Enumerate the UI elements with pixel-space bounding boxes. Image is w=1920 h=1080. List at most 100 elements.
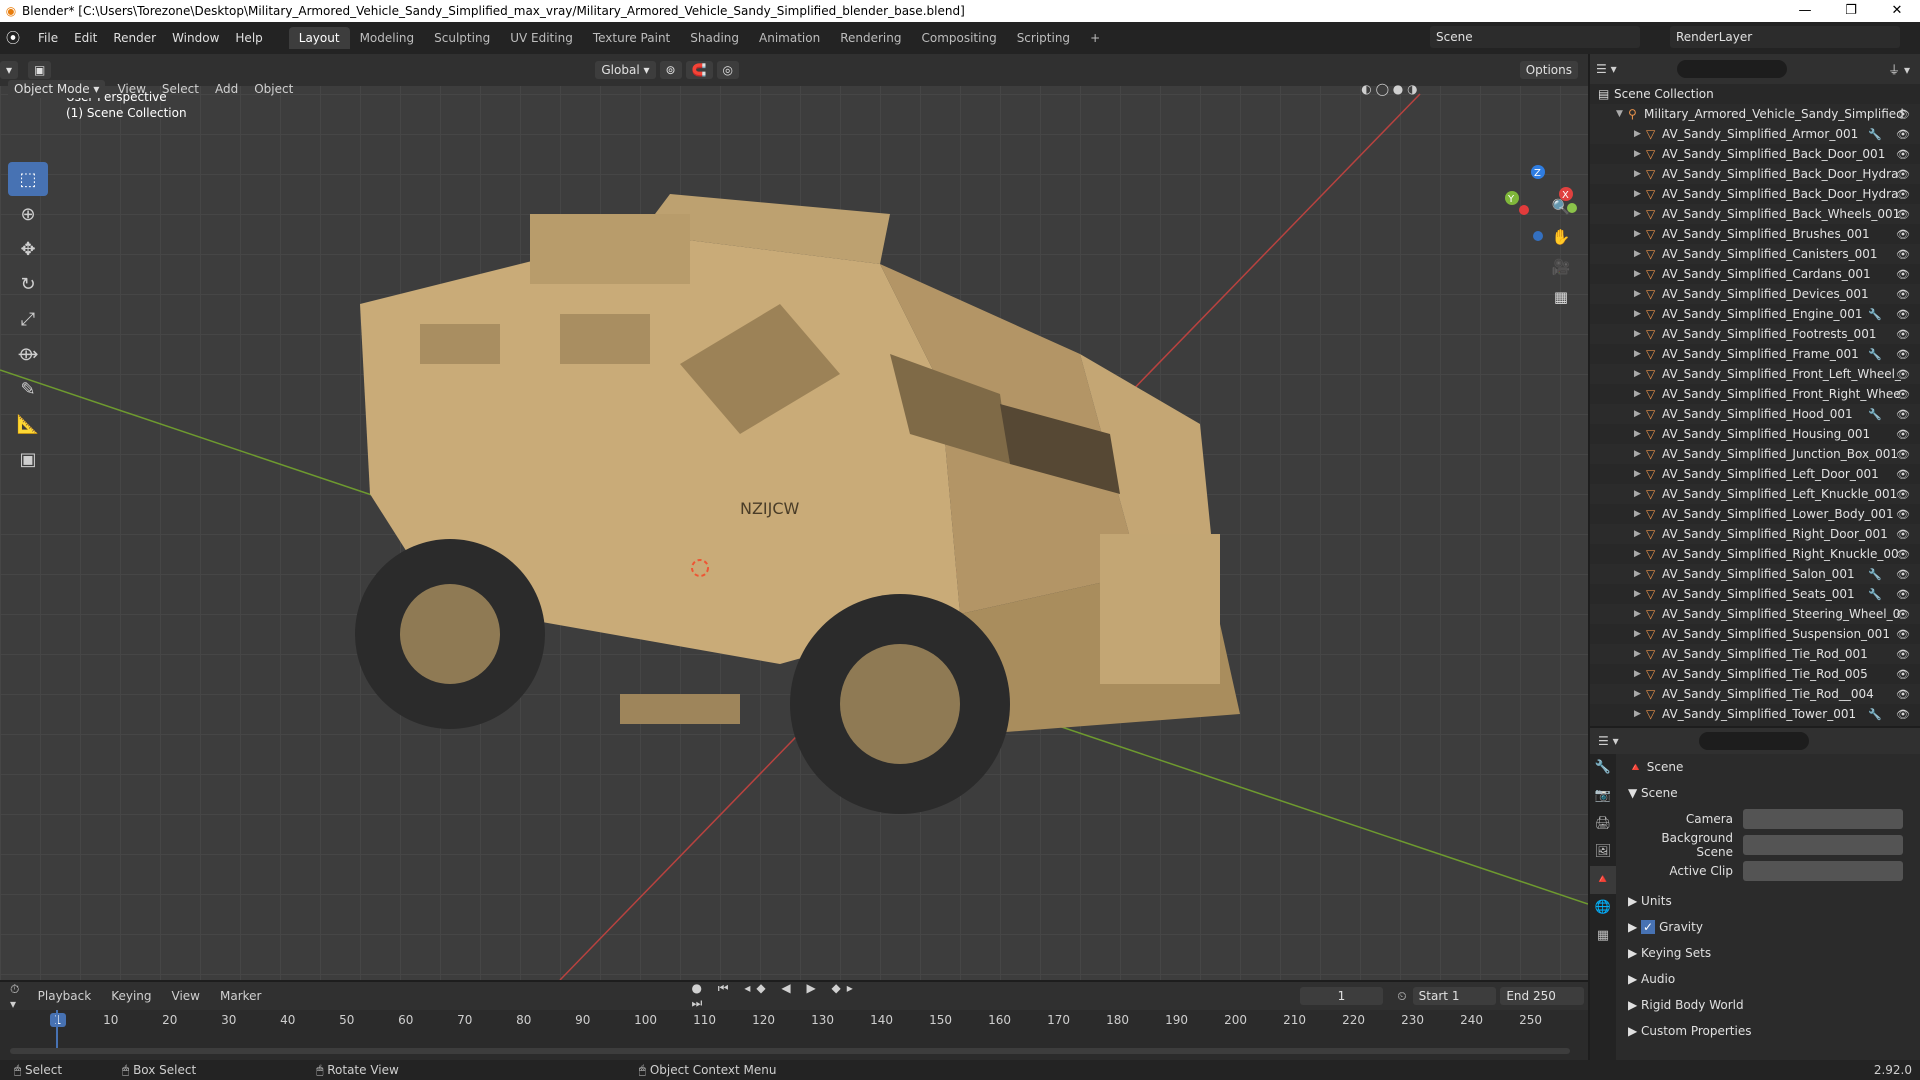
visibility-eye-icon[interactable]: 👁 <box>1896 468 1910 481</box>
visibility-eye-icon[interactable]: 👁 <box>1896 488 1910 501</box>
tab-compositing[interactable]: Compositing <box>911 27 1006 49</box>
timeline-menu-playback[interactable]: Playback <box>28 989 102 1003</box>
tab-layout[interactable]: Layout <box>288 27 350 49</box>
visibility-eye-icon[interactable]: 👁 <box>1896 648 1910 661</box>
scene-section-header[interactable]: ▼ Scene <box>1620 780 1920 806</box>
scale-tool-icon[interactable]: ⤢ <box>8 302 48 336</box>
expand-arrow-icon[interactable]: ▶ <box>1634 309 1646 319</box>
snap-icon[interactable]: 🧲 <box>685 61 713 79</box>
visibility-eye-icon[interactable]: 👁 <box>1896 368 1910 381</box>
ortho-grid-icon[interactable]: ▦ <box>1548 284 1574 310</box>
collection-row[interactable]: ▼ ⚲ Military_Armored_Vehicle_Sandy_Simpl… <box>1590 104 1920 124</box>
move-tool-icon[interactable]: ✥ <box>8 232 48 266</box>
expand-arrow-icon[interactable]: ▶ <box>1634 629 1646 639</box>
close-button[interactable]: ✕ <box>1874 0 1920 22</box>
expand-arrow-icon[interactable]: ▶ <box>1634 169 1646 179</box>
object-mode-select[interactable]: Object Mode ▾ <box>8 80 106 98</box>
panel-custom-properties[interactable]: ▶ Custom Properties <box>1620 1018 1920 1044</box>
outliner-item[interactable]: ▶ ▽ AV_Sandy_Simplified_Front_Right_Whee 👁 <box>1590 384 1920 404</box>
panel-units[interactable]: ▶ Units <box>1620 888 1920 914</box>
output-tab-icon[interactable]: 🖨 <box>1590 810 1616 838</box>
gravity-checkbox[interactable]: ✓ <box>1641 920 1656 934</box>
visibility-eye-icon[interactable]: 👁 <box>1896 128 1910 141</box>
outliner-item[interactable]: ▶ ▽ AV_Sandy_Simplified_Housing_001 👁 <box>1590 424 1920 444</box>
visibility-eye-icon[interactable]: 👁 <box>1896 428 1910 441</box>
transform-tool-icon[interactable]: ⟴ <box>8 337 48 371</box>
scene-tab-icon[interactable]: 🔺 <box>1590 866 1616 894</box>
camera-field[interactable] <box>1743 809 1903 829</box>
outliner-item[interactable]: ▶ ▽ AV_Sandy_Simplified_Suspension_001 👁 <box>1590 624 1920 644</box>
timeline-menu-marker[interactable]: Marker <box>210 989 271 1003</box>
expand-arrow-icon[interactable]: ▶ <box>1634 449 1646 459</box>
outliner-item[interactable]: ▶ ▽ AV_Sandy_Simplified_Right_Door_001 👁 <box>1590 524 1920 544</box>
outliner-item[interactable]: ▶ ▽ AV_Sandy_Simplified_Front_Left_Wheel_ 👁 <box>1590 364 1920 384</box>
measure-tool-icon[interactable]: 📐 <box>8 407 48 441</box>
expand-arrow-icon[interactable]: ▶ <box>1634 469 1646 479</box>
visibility-eye-icon[interactable]: 👁 <box>1896 248 1910 261</box>
outliner-search-input[interactable] <box>1676 60 1787 78</box>
scene-collection-row[interactable]: ▤ Scene Collection <box>1590 84 1920 104</box>
outliner-item[interactable]: ▶ ▽ AV_Sandy_Simplified_Back_Wheels_001 👁 <box>1590 204 1920 224</box>
camera-view-icon[interactable]: 🎥 <box>1548 254 1574 280</box>
end-frame-field[interactable]: End 250 <box>1500 987 1584 1005</box>
visibility-eye-icon[interactable]: 👁 <box>1896 448 1910 461</box>
expand-arrow-icon[interactable]: ▶ <box>1634 209 1646 219</box>
viewport-menu-add[interactable]: Add <box>207 82 246 96</box>
tool-tab-icon[interactable]: 🔧 <box>1590 754 1616 782</box>
timeline-area[interactable]: 1102030405060708090100110120130140150160… <box>0 1010 1588 1060</box>
add-cube-tool-icon[interactable]: ▣ <box>8 442 48 476</box>
outliner-item[interactable]: ▶ ▽ AV_Sandy_Simplified_Frame_001 🔧 👁 <box>1590 344 1920 364</box>
menu-file[interactable]: File <box>30 31 66 45</box>
outliner-item[interactable]: ▶ ▽ AV_Sandy_Simplified_Armor_001 🔧 👁 <box>1590 124 1920 144</box>
expand-arrow-icon[interactable]: ▶ <box>1634 589 1646 599</box>
playhead[interactable] <box>56 1010 58 1050</box>
expand-arrow-icon[interactable]: ▶ <box>1634 429 1646 439</box>
background-scene-field[interactable] <box>1743 835 1903 855</box>
outliner-item[interactable]: ▶ ▽ AV_Sandy_Simplified_Tie_Rod_005 👁 <box>1590 664 1920 684</box>
outliner-item[interactable]: ▶ ▽ AV_Sandy_Simplified_Engine_001 🔧 👁 <box>1590 304 1920 324</box>
outliner-item[interactable]: ▶ ▽ AV_Sandy_Simplified_Footrests_001 👁 <box>1590 324 1920 344</box>
shading-modes-icon[interactable]: ◐ ◯ ● ◑ <box>1361 82 1417 96</box>
outliner-item[interactable]: ▶ ▽ AV_Sandy_Simplified_Back_Door_Hydra 👁 <box>1590 184 1920 204</box>
visibility-eye-icon[interactable]: 👁 <box>1896 168 1910 181</box>
outliner-item[interactable]: ▶ ▽ AV_Sandy_Simplified_Salon_001 🔧 👁 <box>1590 564 1920 584</box>
visibility-eye-icon[interactable]: 👁 <box>1896 568 1910 581</box>
expand-arrow-icon[interactable]: ▶ <box>1634 149 1646 159</box>
expand-arrow-icon[interactable]: ▶ <box>1634 709 1646 719</box>
current-frame-field[interactable]: 1 <box>1299 987 1384 1005</box>
start-frame-field[interactable]: Start 1 <box>1412 987 1497 1005</box>
outliner-item[interactable]: ▶ ▽ AV_Sandy_Simplified_Canisters_001 👁 <box>1590 244 1920 264</box>
armored-vehicle-model[interactable]: NZIJCW <box>320 194 1320 814</box>
visibility-eye-icon[interactable]: 👁 <box>1896 348 1910 361</box>
expand-arrow-icon[interactable]: ▶ <box>1634 249 1646 259</box>
expand-arrow-icon[interactable]: ▶ <box>1634 689 1646 699</box>
tab-uv-editing[interactable]: UV Editing <box>500 27 583 49</box>
visibility-eye-icon[interactable]: 👁 <box>1896 688 1910 701</box>
expand-arrow-icon[interactable]: ▶ <box>1634 529 1646 539</box>
expand-arrow-icon[interactable]: ▶ <box>1634 369 1646 379</box>
outliner-item[interactable]: ▶ ▽ AV_Sandy_Simplified_Left_Knuckle_001 👁 <box>1590 484 1920 504</box>
tab-shading[interactable]: Shading <box>680 27 749 49</box>
scene-selector[interactable]: Scene <box>1430 26 1640 48</box>
outliner-item[interactable]: ▶ ▽ AV_Sandy_Simplified_Left_Door_001 👁 <box>1590 464 1920 484</box>
options-button[interactable]: Options <box>1519 61 1578 79</box>
visibility-eye-icon[interactable]: 👁 <box>1896 328 1910 341</box>
outliner-item[interactable]: ▶ ▽ AV_Sandy_Simplified_Tower_001 🔧 👁 <box>1590 704 1920 724</box>
expand-arrow-icon[interactable]: ▶ <box>1634 509 1646 519</box>
outliner-item[interactable]: ▶ ▽ AV_Sandy_Simplified_Lower_Body_001 👁 <box>1590 504 1920 524</box>
annotate-tool-icon[interactable]: ✎ <box>8 372 48 406</box>
playback-controls-icon[interactable]: ● ⏮ ◂◆ ◀ ▶ ◆▸ ⏭ <box>691 981 869 1011</box>
expand-arrow-icon[interactable]: ▶ <box>1634 289 1646 299</box>
visibility-eye-icon[interactable]: 👁 <box>1896 608 1910 621</box>
transform-orientation-select[interactable]: Global ▾ <box>595 61 656 79</box>
expand-arrow-icon[interactable]: ▶ <box>1634 329 1646 339</box>
expand-arrow-icon[interactable]: ▶ <box>1634 349 1646 359</box>
maximize-button[interactable]: ❐ <box>1828 0 1874 22</box>
menu-window[interactable]: Window <box>164 31 227 45</box>
outliner-item[interactable]: ▶ ▽ AV_Sandy_Simplified_Brushes_001 👁 <box>1590 224 1920 244</box>
panel-keying-sets[interactable]: ▶ Keying Sets <box>1620 940 1920 966</box>
tab-animation[interactable]: Animation <box>749 27 830 49</box>
zoom-icon[interactable]: 🔍 <box>1548 194 1574 220</box>
visibility-eye-icon[interactable]: 👁 <box>1896 308 1910 321</box>
editor-type-icon[interactable]: ▾ <box>0 61 19 79</box>
